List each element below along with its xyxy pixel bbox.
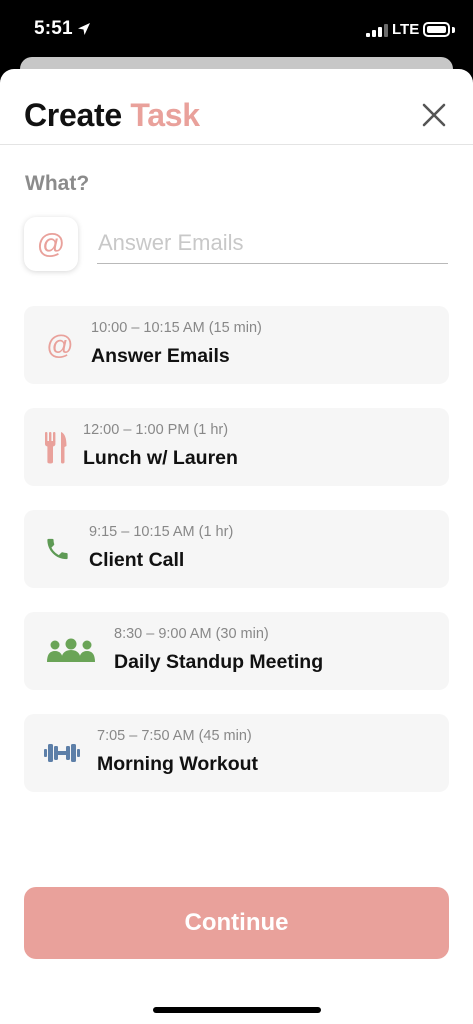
at-icon: @ <box>36 228 66 259</box>
status-bar: 5:51 LTE <box>0 0 473 62</box>
phone-icon <box>47 538 68 560</box>
suggestion-card-standup[interactable]: 8:30 – 9:00 AM (30 min) Daily Standup Me… <box>24 612 449 690</box>
title-accent: Task <box>130 97 200 133</box>
status-time: 5:51 <box>34 18 73 39</box>
location-arrow-icon <box>78 23 90 35</box>
battery-icon <box>423 22 450 37</box>
suggestion-title: Client Call <box>89 549 185 571</box>
page-title: Create Task <box>24 97 200 134</box>
suggestion-time: 12:00 – 1:00 PM (1 hr) <box>83 422 229 438</box>
create-task-sheet: Create Task What? @ @ 10:00 – 10:15 AM (… <box>0 69 473 1024</box>
icon-picker-button[interactable]: @ <box>24 217 78 271</box>
close-icon[interactable] <box>420 101 448 129</box>
suggestion-time: 9:15 – 10:15 AM (1 hr) <box>89 524 234 540</box>
people-icon <box>47 638 95 662</box>
home-indicator <box>153 1007 321 1013</box>
suggestion-title: Morning Workout <box>97 753 259 775</box>
what-label: What? <box>25 172 90 195</box>
suggestion-title: Daily Standup Meeting <box>114 651 324 673</box>
suggestion-time: 8:30 – 9:00 AM (30 min) <box>114 626 269 642</box>
title-main: Create <box>24 97 122 133</box>
suggestion-card-answer-emails[interactable]: @ 10:00 – 10:15 AM (15 min) Answer Email… <box>24 306 449 384</box>
cellular-signal-icon <box>366 24 388 37</box>
suggestion-title: Answer Emails <box>91 345 230 367</box>
continue-button[interactable]: Continue <box>24 887 449 959</box>
task-name-input[interactable] <box>97 222 448 264</box>
network-type: LTE <box>392 21 420 38</box>
suggestion-card-workout[interactable]: 7:05 – 7:50 AM (45 min) Morning Workout <box>24 714 449 792</box>
fork-knife-icon <box>45 432 67 464</box>
dumbbell-icon <box>44 744 80 762</box>
suggestion-time: 10:00 – 10:15 AM (15 min) <box>91 320 262 336</box>
suggestion-title: Lunch w/ Lauren <box>83 447 238 469</box>
sheet-header: Create Task <box>0 69 473 145</box>
battery-tip <box>452 27 455 33</box>
suggestion-card-client-call[interactable]: 9:15 – 10:15 AM (1 hr) Client Call <box>24 510 449 588</box>
at-icon: @ <box>46 329 74 360</box>
suggestion-card-lunch[interactable]: 12:00 – 1:00 PM (1 hr) Lunch w/ Lauren <box>24 408 449 486</box>
suggestion-time: 7:05 – 7:50 AM (45 min) <box>97 728 252 744</box>
